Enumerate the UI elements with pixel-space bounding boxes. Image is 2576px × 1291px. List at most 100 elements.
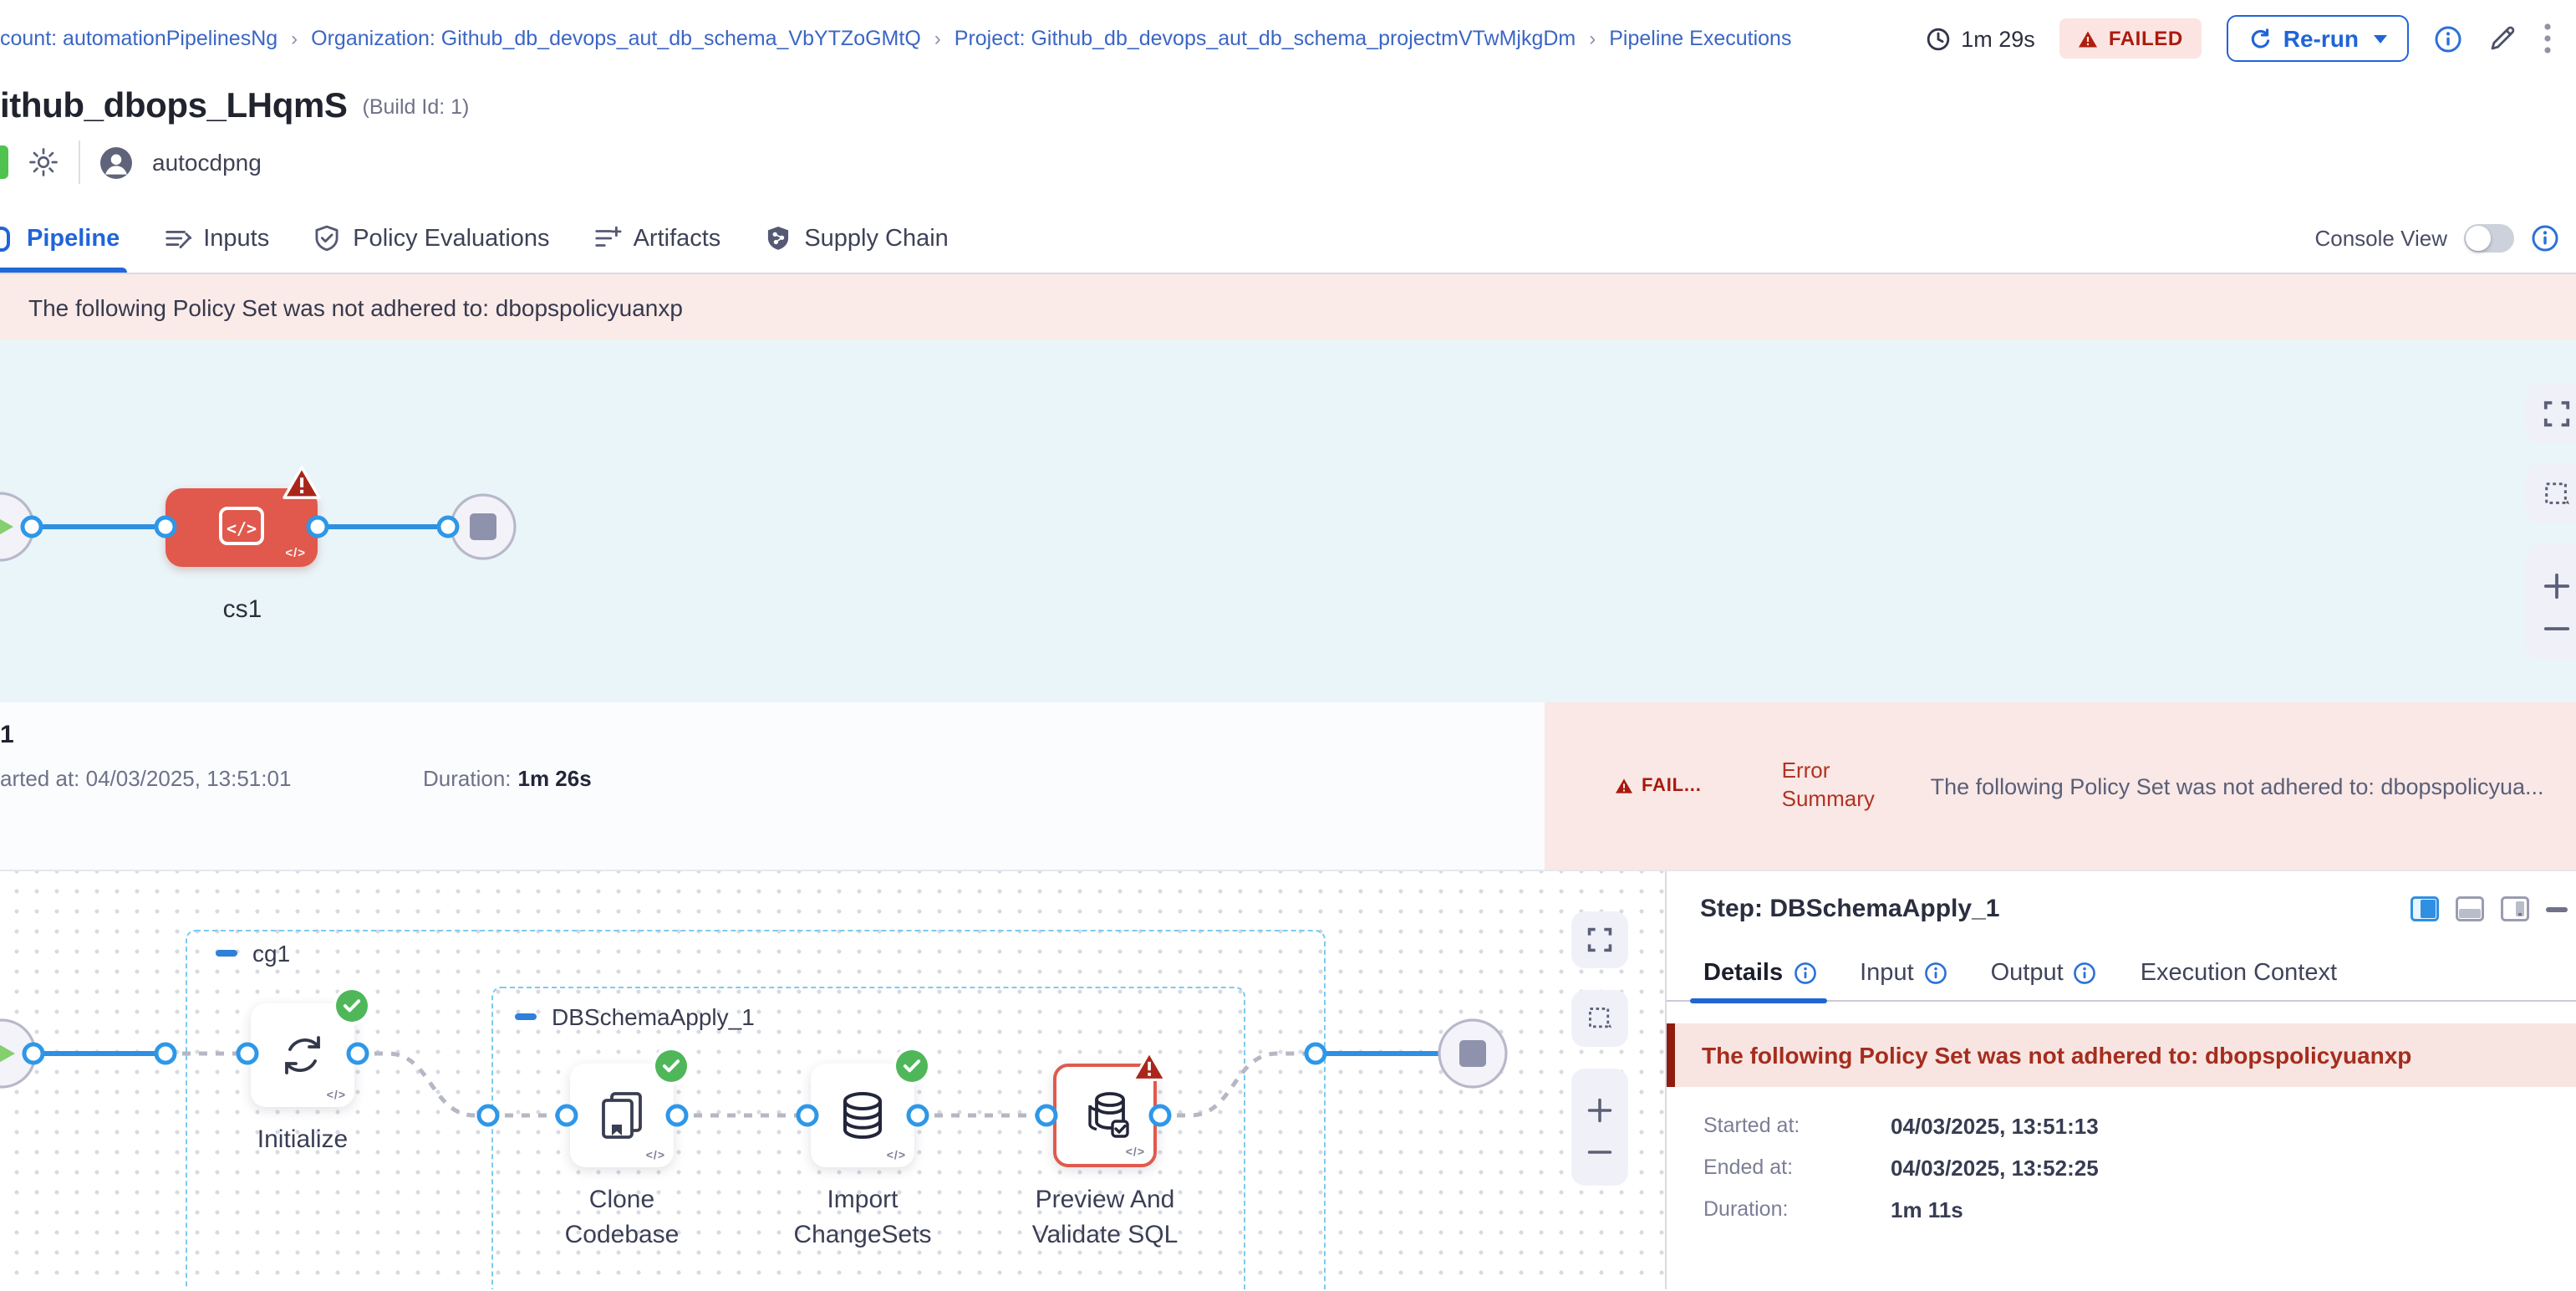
reset-view-button[interactable] — [1571, 990, 1628, 1047]
reset-view-button[interactable] — [2526, 463, 2576, 523]
step-node-preview-validate-sql[interactable]: </> — [1053, 1064, 1157, 1167]
zoom-out-button[interactable] — [1586, 1147, 1613, 1157]
meta-row: autocdpng — [0, 137, 2576, 187]
rerun-button[interactable]: Re-run — [2227, 15, 2409, 62]
step-details-list: Started at: 04/03/2025, 13:51:13 Ended a… — [1703, 1114, 2576, 1222]
code-icon: </> — [887, 1151, 906, 1162]
breadcrumb-project[interactable]: Project: Github_db_devops_aut_db_schema_… — [955, 27, 1576, 50]
step-node-clone-codebase[interactable]: </> — [570, 1064, 674, 1167]
fullscreen-button[interactable] — [1571, 911, 1628, 968]
zoom-out-button[interactable] — [2542, 623, 2570, 633]
zoom-controls — [2526, 543, 2576, 661]
status-badge: FAILED — [2060, 18, 2202, 59]
toggle-knob — [2466, 226, 2491, 251]
breadcrumb-organization[interactable]: Organization: Github_db_devops_aut_db_sc… — [311, 27, 921, 50]
info-icon[interactable] — [2434, 24, 2462, 53]
tab-input[interactable]: Input — [1860, 960, 1947, 987]
info-icon[interactable] — [1793, 962, 1816, 985]
stage-error-strip: FAIL... Error Summary The following Poli… — [1545, 702, 2576, 870]
code-icon: </> — [646, 1151, 665, 1162]
execution-graph-canvas: cg1 DBSchemaApply_1 </> — [0, 871, 1665, 1289]
detail-value: 04/03/2025, 13:52:25 — [1891, 1156, 2576, 1181]
step-panel-tabs: Details Input Output Execution Context — [1667, 947, 2576, 1002]
warning-icon — [1615, 778, 1633, 794]
collapse-icon[interactable] — [515, 1014, 537, 1020]
tabs: Pipeline Inputs Policy Evaluations Artif… — [0, 187, 949, 273]
console-view-control: Console View — [2314, 224, 2559, 273]
stage-node-cs1[interactable]: </> </> — [165, 488, 318, 567]
warning-icon — [2079, 29, 2099, 48]
chevron-down-icon — [2374, 34, 2387, 43]
tab-output[interactable]: Output — [1991, 960, 2097, 987]
step-label-preview-validate-sql[interactable]: Preview And Validate SQL — [1005, 1182, 1205, 1253]
layout-bottom-view-icon[interactable] — [2456, 896, 2484, 921]
list-plus-icon — [593, 224, 622, 253]
breadcrumb-separator: › — [934, 27, 941, 50]
detail-label: Started at: — [1703, 1114, 1891, 1139]
layout-minimize-view-icon[interactable] — [2501, 896, 2529, 921]
duration-label: Duration: — [423, 766, 512, 791]
success-badge-icon — [896, 1050, 928, 1082]
group-label-dbschemaapply[interactable]: DBSchemaApply_1 — [515, 1003, 755, 1030]
more-options-icon[interactable] — [2543, 22, 2553, 55]
page-title: ithub_dbops_LHqmS — [0, 87, 348, 127]
breadcrumb-pipeline-executions[interactable]: Pipeline Executions — [1609, 27, 1791, 50]
console-view-toggle[interactable] — [2464, 224, 2514, 253]
step-panel-title: Step: DBSchemaApply_1 — [1700, 895, 1999, 923]
clock-icon — [1926, 26, 1951, 51]
fail-chip: FAIL... — [1615, 776, 1702, 796]
collapse-icon[interactable] — [216, 951, 237, 957]
execution-section: cg1 DBSchemaApply_1 </> — [0, 870, 2576, 1289]
edit-pipeline-icon[interactable] — [2487, 23, 2517, 54]
step-label-import-changesets[interactable]: Import ChangeSets — [771, 1182, 955, 1253]
code-icon: </> — [285, 545, 306, 560]
breadcrumb-separator: › — [1589, 27, 1596, 50]
elapsed-time: 1m 29s — [1926, 26, 2035, 51]
inputs-icon — [163, 224, 191, 253]
stage-connector-layer — [0, 339, 2576, 702]
stage-label[interactable]: cs1 — [165, 595, 319, 624]
info-icon[interactable] — [2074, 962, 2097, 985]
tab-execution-context[interactable]: Execution Context — [2141, 960, 2337, 987]
info-icon[interactable] — [1924, 962, 1947, 985]
tab-policy-evaluations[interactable]: Policy Evaluations — [313, 204, 549, 273]
tab-inputs[interactable]: Inputs — [163, 204, 269, 273]
console-view-label: Console View — [2314, 226, 2447, 251]
tab-supply-chain[interactable]: Supply Chain — [764, 204, 949, 273]
success-badge-icon — [655, 1050, 687, 1082]
triggered-by-user[interactable]: autocdpng — [152, 149, 262, 176]
stage-graph-canvas: </> </> cs1 — [0, 339, 2576, 702]
info-icon[interactable] — [2531, 224, 2559, 253]
zoom-controls — [1571, 1069, 1628, 1186]
zoom-in-button[interactable] — [1586, 1097, 1613, 1124]
title-row: ithub_dbops_LHqmS (Build Id: 1) — [0, 77, 2576, 137]
policy-violation-banner: The following Policy Set was not adhered… — [0, 274, 2576, 339]
divider — [79, 140, 80, 184]
pipeline-execution-page: count: automationPipelinesNg › Organizat… — [0, 0, 2576, 1291]
tab-artifacts[interactable]: Artifacts — [593, 204, 721, 273]
detail-label: Duration: — [1703, 1197, 1891, 1222]
collapse-panel-icon[interactable] — [2546, 906, 2569, 912]
layout-right-view-icon[interactable] — [2411, 896, 2439, 921]
tab-details[interactable]: Details — [1703, 960, 1816, 987]
detail-value: 04/03/2025, 13:51:13 — [1891, 1114, 2576, 1139]
top-bar: count: automationPipelinesNg › Organizat… — [0, 0, 2576, 77]
gear-icon[interactable] — [28, 147, 59, 177]
duration-value: 1m 26s — [518, 766, 592, 791]
step-label-initialize[interactable]: Initialize — [202, 1122, 403, 1157]
step-node-import-changesets[interactable]: </> — [811, 1064, 914, 1167]
step-label-clone-codebase[interactable]: Clone Codebase — [530, 1182, 714, 1253]
error-summary-message: The following Policy Set was not adhered… — [1931, 773, 2576, 799]
fullscreen-button[interactable] — [2526, 383, 2576, 443]
group-label-cg1[interactable]: cg1 — [216, 940, 290, 967]
tag-badge — [0, 145, 8, 179]
shield-check-icon — [313, 224, 341, 253]
step-node-initialize[interactable]: </> — [251, 1003, 354, 1107]
top-actions: 1m 29s FAILED Re-run — [1926, 15, 2553, 62]
tab-pipeline[interactable]: Pipeline — [0, 204, 120, 273]
failed-badge-icon — [1132, 1050, 1167, 1082]
breadcrumb-account[interactable]: count: automationPipelinesNg — [0, 27, 277, 50]
detail-value: 1m 11s — [1891, 1197, 2576, 1222]
success-badge-icon — [336, 990, 368, 1022]
zoom-in-button[interactable] — [2542, 571, 2570, 600]
